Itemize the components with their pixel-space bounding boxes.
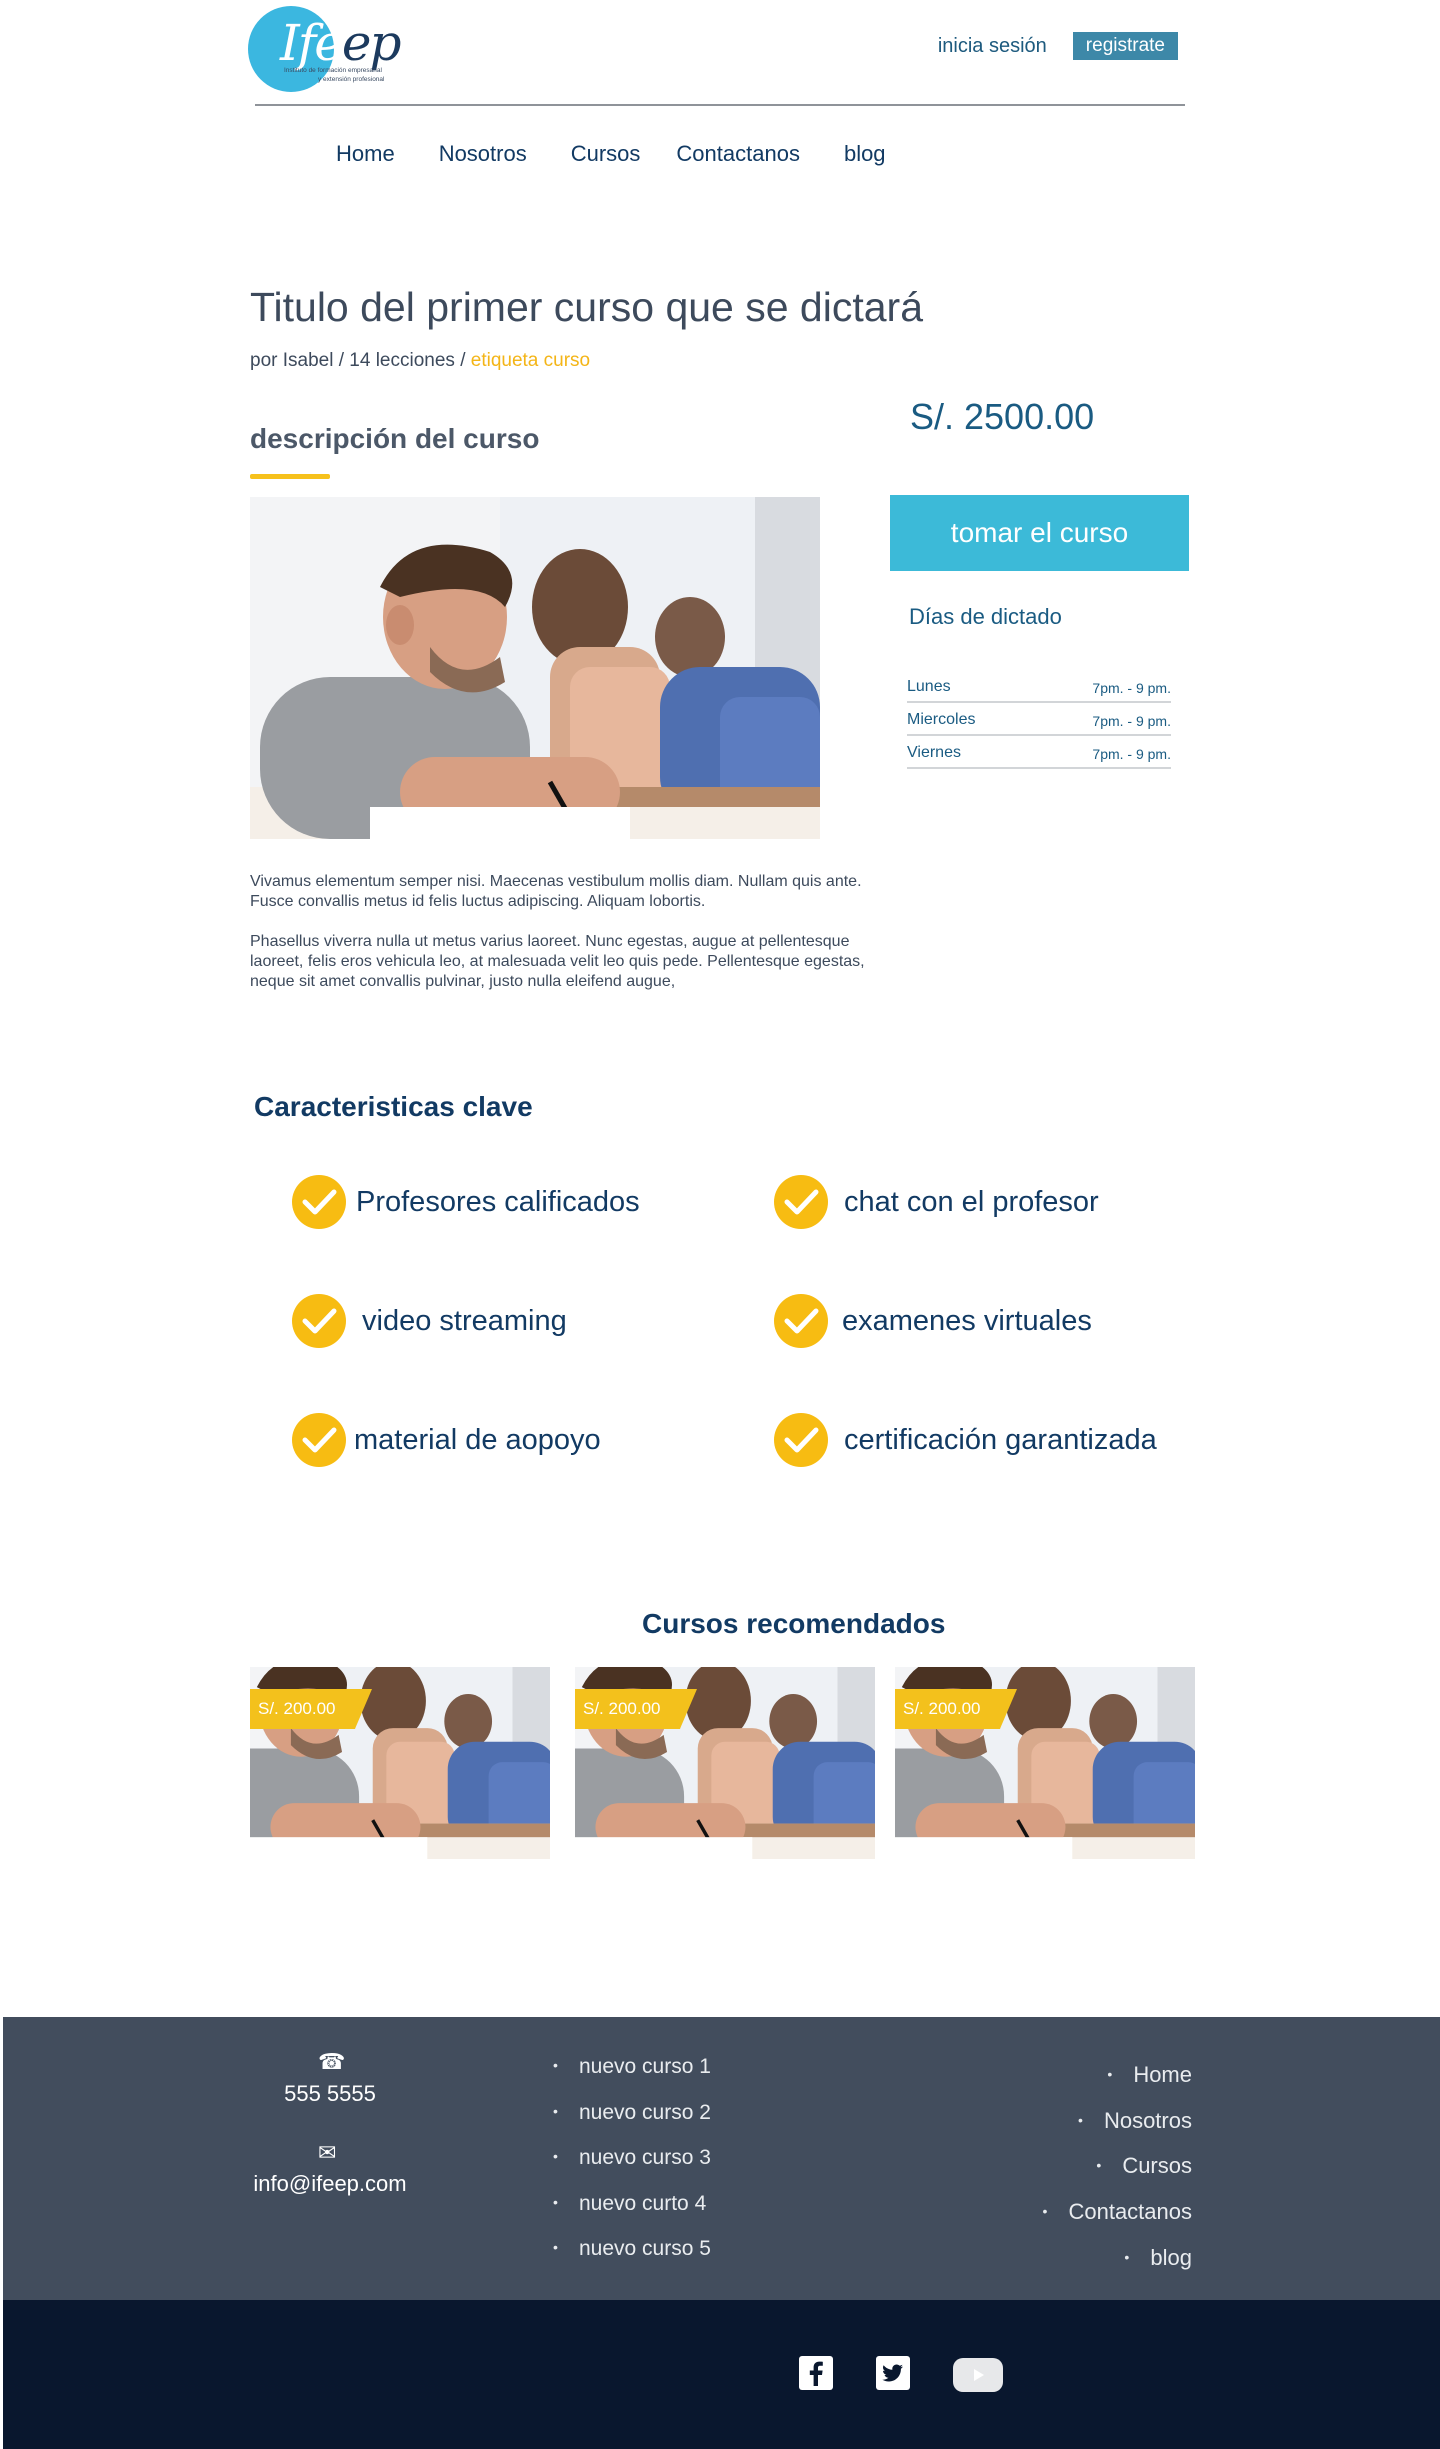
feature-label: examenes virtuales [842,1304,1092,1337]
description-heading: descripción del curso [250,423,540,454]
meta-separator: / [454,350,471,371]
feature-label: Profesores calificados [356,1185,640,1218]
footer-nav-nosotros[interactable]: Nosotros [1042,2108,1192,2154]
youtube-icon[interactable] [953,2358,1003,2392]
course-lessons: 14 lecciones [349,350,455,371]
course-author: por Isabel [250,350,334,371]
mail-icon: ✉ [318,2140,337,2165]
take-course-button[interactable]: tomar el curso [890,495,1189,571]
logo-subtitle-1: Instituto de formación empresarial [284,67,382,74]
features-title: Caracteristicas clave [254,1091,533,1122]
schedule-day: Miercoles [907,711,976,728]
meta-separator: / [333,350,350,371]
footer-nav-cursos[interactable]: Cursos [1042,2153,1192,2199]
footer-phone: 555 5555 [284,2081,376,2106]
footer-course-link[interactable]: nuevo curso 5 [553,2237,711,2283]
recommended-course-card[interactable]: S/. 200.00 [895,1667,1195,1871]
feature-item: material de aopoyo [292,1413,601,1467]
feature-label: chat con el profesor [844,1185,1099,1218]
footer-course-link[interactable]: nuevo curto 4 [553,2192,711,2238]
feature-label: material de aopoyo [354,1423,601,1456]
schedule-time: 7pm. - 9 pm. [1092,713,1171,729]
main-nav: Home Nosotros Cursos Contactanos blog [336,141,886,167]
feature-item: examenes virtuales [774,1294,1092,1348]
recommended-course-card[interactable]: S/. 200.00 [575,1667,875,1871]
recommended-course-card[interactable]: S/. 200.00 [250,1667,550,1871]
nav-item-nosotros[interactable]: Nosotros [439,141,527,167]
price-tag: S/. 200.00 [250,1689,372,1729]
footer-course-link[interactable]: nuevo curso 3 [553,2146,711,2192]
schedule-time: 7pm. - 9 pm. [1092,746,1171,762]
feature-item: certificación garantizada [774,1413,1157,1467]
feature-item: video streaming [292,1294,567,1348]
schedule-time: 7pm. - 9 pm. [1092,680,1171,696]
header-divider [255,104,1185,106]
feature-item: Profesores calificados [292,1175,640,1229]
price-tag: S/. 200.00 [895,1689,1017,1729]
description-paragraph-1: Vivamus elementum semper nisi. Maecenas … [250,873,862,910]
footer-course-link[interactable]: nuevo curso 2 [553,2101,711,2147]
schedule-row: Viernes 7pm. - 9 pm. [907,736,1171,769]
schedule-title: Días de dictado [909,604,1062,629]
feature-item: chat con el profesor [774,1175,1099,1229]
logo-subtitle-2: y extensión profesional [318,76,385,83]
course-photo [250,497,820,839]
footer-nav: Home Nosotros Cursos Contactanos blog [1042,2062,1192,2290]
price-tag: S/. 200.00 [575,1689,697,1729]
footer-courses-list: nuevo curso 1 nuevo curso 2 nuevo curso … [553,2055,711,2283]
course-tag-link[interactable]: etiqueta curso [471,350,590,371]
course-title: Titulo del primer curso que se dictará [250,284,923,330]
check-icon [774,1294,828,1348]
check-icon [774,1413,828,1467]
check-icon [774,1175,828,1229]
check-icon [292,1294,346,1348]
footer-nav-blog[interactable]: blog [1042,2245,1192,2291]
footer-nav-home[interactable]: Home [1042,2062,1192,2108]
schedule-row: Miercoles 7pm. - 9 pm. [907,703,1171,736]
check-icon [292,1175,346,1229]
logo[interactable]: Ifeep Instituto de formación empresarial… [248,6,401,96]
register-button[interactable]: registrate [1072,32,1178,60]
login-link[interactable]: inicia sesión [938,35,1047,58]
schedule-row: Lunes 7pm. - 9 pm. [907,670,1171,703]
twitter-icon[interactable] [876,2356,910,2390]
logo-wordmark: Ifeep [280,14,401,72]
facebook-icon[interactable] [799,2356,833,2390]
course-meta: por Isabel / 14 lecciones / etiqueta cur… [250,350,590,372]
check-icon [292,1413,346,1467]
description-paragraph-2: Phasellus viverra nulla ut metus varius … [250,933,865,990]
site-header: Ifeep Instituto de formación empresarial… [0,0,1440,200]
schedule-day: Viernes [907,744,961,761]
schedule-day: Lunes [907,678,951,695]
feature-label: video streaming [362,1304,567,1337]
footer-email[interactable]: info@ifeep.com [240,2171,420,2197]
nav-item-cursos[interactable]: Cursos [571,141,641,167]
nav-item-blog[interactable]: blog [844,141,886,167]
description-underline [250,474,330,479]
recommended-title: Cursos recomendados [642,1608,946,1639]
feature-label: certificación garantizada [844,1423,1157,1456]
footer-course-link[interactable]: nuevo curso 1 [553,2055,711,2101]
footer-nav-contactanos[interactable]: Contactanos [1042,2199,1192,2245]
schedule-table: Lunes 7pm. - 9 pm. Miercoles 7pm. - 9 pm… [907,670,1171,769]
course-price: S/. 2500.00 [910,396,1095,437]
header-links: inicia sesión registrate [938,32,1178,60]
site-footer [3,2017,1440,2300]
nav-item-contactanos[interactable]: Contactanos [676,141,800,167]
social-bar [3,2300,1440,2449]
nav-item-home[interactable]: Home [336,141,395,167]
phone-icon: ☎ [318,2049,346,2074]
